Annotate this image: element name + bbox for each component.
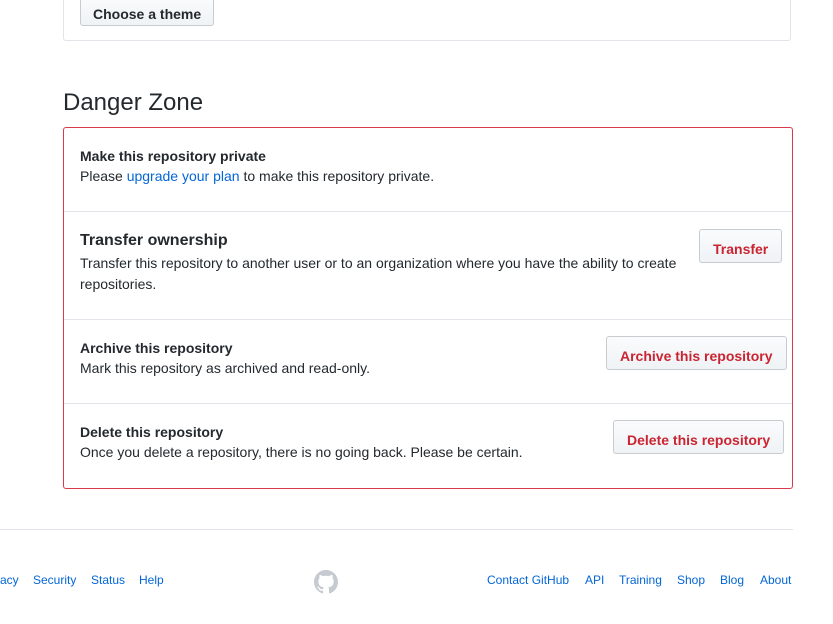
danger-zone-title: Danger Zone <box>63 89 204 116</box>
transfer-description: Transfer this repository to another user… <box>80 253 676 295</box>
footer-link-contact[interactable]: Contact GitHub <box>487 572 569 588</box>
settings-page: Choose a theme Danger Zone Make this rep… <box>0 0 833 624</box>
delete-row: Delete this repository Once you delete a… <box>64 404 792 488</box>
github-mark-icon[interactable] <box>314 570 338 594</box>
choose-theme-button[interactable]: Choose a theme <box>80 0 215 26</box>
transfer-row: Transfer ownership Transfer this reposit… <box>64 212 792 320</box>
transfer-desc-line2: repositories. <box>80 276 157 292</box>
upgrade-plan-link[interactable]: upgrade your plan <box>127 168 240 184</box>
delete-button[interactable]: Delete this repository <box>613 420 785 454</box>
make-private-desc-before: Please <box>80 168 127 184</box>
footer-link-about[interactable]: About <box>760 572 791 588</box>
footer-divider <box>0 529 793 530</box>
danger-zone-box: Make this repository private Please upgr… <box>63 127 793 489</box>
delete-title: Delete this repository <box>80 424 224 440</box>
footer-link-api[interactable]: API <box>585 572 604 588</box>
delete-description: Once you delete a repository, there is n… <box>80 444 523 460</box>
make-private-description: Please upgrade your plan to make this re… <box>80 166 434 187</box>
archive-description: Mark this repository as archived and rea… <box>80 360 370 376</box>
footer-link-security[interactable]: Security <box>33 572 76 588</box>
footer-link-shop[interactable]: Shop <box>677 572 705 588</box>
footer-link-privacy[interactable]: acy <box>0 572 19 588</box>
transfer-button[interactable]: Transfer <box>699 229 783 263</box>
make-private-title: Make this repository private <box>80 148 266 164</box>
footer-link-training[interactable]: Training <box>619 572 662 588</box>
footer-link-status[interactable]: Status <box>91 572 125 588</box>
transfer-title: Transfer ownership <box>80 232 228 249</box>
archive-title: Archive this repository <box>80 340 233 356</box>
transfer-desc-line1: Transfer this repository to another user… <box>80 255 677 271</box>
footer-link-help[interactable]: Help <box>139 572 164 588</box>
make-private-desc-after: to make this repository private. <box>239 168 435 184</box>
archive-row: Archive this repository Mark this reposi… <box>64 320 792 404</box>
archive-button[interactable]: Archive this repository <box>606 336 787 370</box>
footer-link-blog[interactable]: Blog <box>720 572 744 588</box>
make-private-row: Make this repository private Please upgr… <box>64 128 792 212</box>
